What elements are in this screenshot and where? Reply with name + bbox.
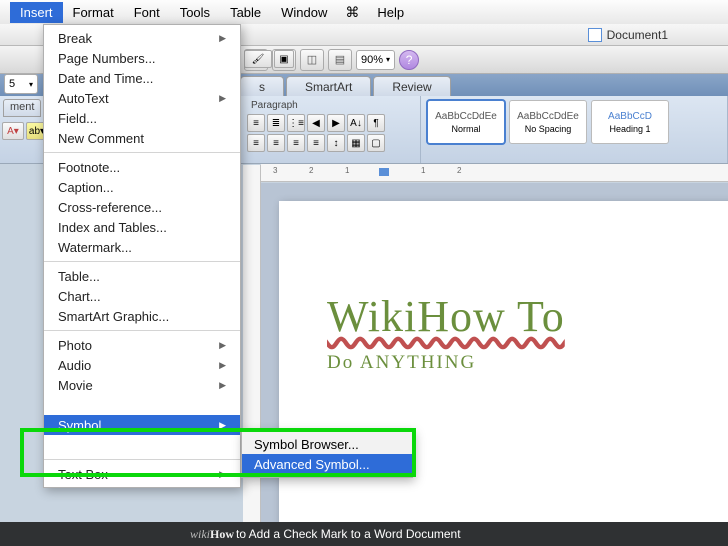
tutorial-caption-bar: wikiHow to Add a Check Mark to a Word Do… <box>0 522 728 546</box>
menu-separator <box>44 261 240 262</box>
doc-heading: WikiHow To <box>327 291 728 342</box>
increase-indent-icon[interactable]: ▶ <box>327 114 345 132</box>
multilevel-icon[interactable]: ⋮≡ <box>287 114 305 132</box>
margin-marker-icon[interactable] <box>379 168 389 176</box>
ribbon-tab-left-partial[interactable]: ment <box>3 99 41 117</box>
line-spacing-icon[interactable]: ↕ <box>327 134 345 152</box>
menu-item-movie[interactable]: Movie▶ <box>44 375 240 395</box>
toolbar-icon-1[interactable]: ▣ <box>274 50 294 68</box>
menu-item-chart[interactable]: Chart... <box>44 286 240 306</box>
menu-item-cross-reference[interactable]: Cross-reference... <box>44 197 240 217</box>
show-marks-icon[interactable]: ¶ <box>367 114 385 132</box>
wikihow-brand-wiki: wiki <box>190 527 210 542</box>
ribbon-tab-review[interactable]: Review <box>373 76 450 96</box>
menu-separator <box>44 459 240 460</box>
zoom-combobox[interactable]: 90%▾ <box>356 50 395 70</box>
font-size-field[interactable]: 5▾ <box>4 74 38 94</box>
help-button[interactable]: ? <box>399 50 419 70</box>
media-icon[interactable]: ◫ <box>300 49 324 71</box>
shading-icon[interactable]: ▦ <box>347 134 365 152</box>
bullets-icon[interactable]: ≡ <box>247 114 265 132</box>
menu-item-watermark[interactable]: Watermark... <box>44 237 240 257</box>
ribbon-tab-smartart[interactable]: SmartArt <box>286 76 371 96</box>
align-left-icon[interactable]: ≡ <box>247 134 265 152</box>
menu-item-caption[interactable]: Caption... <box>44 177 240 197</box>
menu-insert[interactable]: Insert <box>10 2 63 23</box>
menu-item-date-time[interactable]: Date and Time... <box>44 68 240 88</box>
font-color-icon[interactable]: A▾ <box>2 122 24 140</box>
symbol-submenu: Symbol Browser... Advanced Symbol... <box>241 430 413 478</box>
decrease-indent-icon[interactable]: ◀ <box>307 114 325 132</box>
horizontal-ruler[interactable]: 3 2 1 1 2 <box>261 164 728 182</box>
align-center-icon[interactable]: ≡ <box>267 134 285 152</box>
menu-item-photo[interactable]: Photo▶ <box>44 335 240 355</box>
script-menu-icon[interactable]: ⌘ <box>337 4 367 21</box>
style-no-spacing[interactable]: AaBbCcDdEe No Spacing <box>509 100 587 144</box>
align-right-icon[interactable]: ≡ <box>287 134 305 152</box>
submenu-item-symbol-browser[interactable]: Symbol Browser... <box>242 434 412 454</box>
format-painter-icon[interactable]: 🖌 <box>244 50 272 68</box>
document-title: Document1 <box>607 28 668 42</box>
mac-menubar: Insert Format Font Tools Table Window ⌘ … <box>0 0 728 24</box>
menu-separator <box>44 330 240 331</box>
menu-item-index-tables[interactable]: Index and Tables... <box>44 217 240 237</box>
submenu-item-advanced-symbol[interactable]: Advanced Symbol... <box>242 454 412 474</box>
menu-item-field[interactable]: Field... <box>44 108 240 128</box>
menu-item-page-numbers[interactable]: Page Numbers... <box>44 48 240 68</box>
menu-item-symbol[interactable]: Symbol▶ <box>44 415 240 435</box>
menu-font[interactable]: Font <box>124 2 170 23</box>
document-icon <box>588 28 602 42</box>
tutorial-title: to Add a Check Mark to a Word Document <box>236 527 461 541</box>
sidebar-icon[interactable]: ▤ <box>328 49 352 71</box>
menu-item-footnote[interactable]: Footnote... <box>44 157 240 177</box>
menu-item-break[interactable]: Break▶ <box>44 28 240 48</box>
menu-item-text-box[interactable]: Text Box▶ <box>44 464 240 484</box>
numbering-icon[interactable]: ≣ <box>267 114 285 132</box>
menu-separator <box>44 152 240 153</box>
menu-tools[interactable]: Tools <box>170 2 220 23</box>
sort-icon[interactable]: A↓ <box>347 114 365 132</box>
ribbon-group-label-paragraph: Paragraph <box>247 98 414 112</box>
style-heading-1[interactable]: AaBbCcD Heading 1 <box>591 100 669 144</box>
doc-subheading: Do ANYTHING <box>327 352 728 374</box>
ribbon-tab-partial[interactable]: s <box>240 76 284 96</box>
insert-menu-dropdown: Break▶ Page Numbers... Date and Time... … <box>43 24 241 488</box>
menu-help[interactable]: Help <box>367 2 414 23</box>
menu-format[interactable]: Format <box>63 2 124 23</box>
wikihow-brand-how: How <box>210 527 234 542</box>
menu-item-table[interactable]: Table... <box>44 266 240 286</box>
style-normal[interactable]: AaBbCcDdEe Normal <box>427 100 505 144</box>
menu-item-new-comment[interactable]: New Comment <box>44 128 240 148</box>
menu-item-audio[interactable]: Audio▶ <box>44 355 240 375</box>
menu-table[interactable]: Table <box>220 2 271 23</box>
menu-window[interactable]: Window <box>271 2 337 23</box>
borders-icon[interactable]: ▢ <box>367 134 385 152</box>
menu-item-smartart[interactable]: SmartArt Graphic... <box>44 306 240 326</box>
menu-item-autotext[interactable]: AutoText▶ <box>44 88 240 108</box>
justify-icon[interactable]: ≡ <box>307 134 325 152</box>
